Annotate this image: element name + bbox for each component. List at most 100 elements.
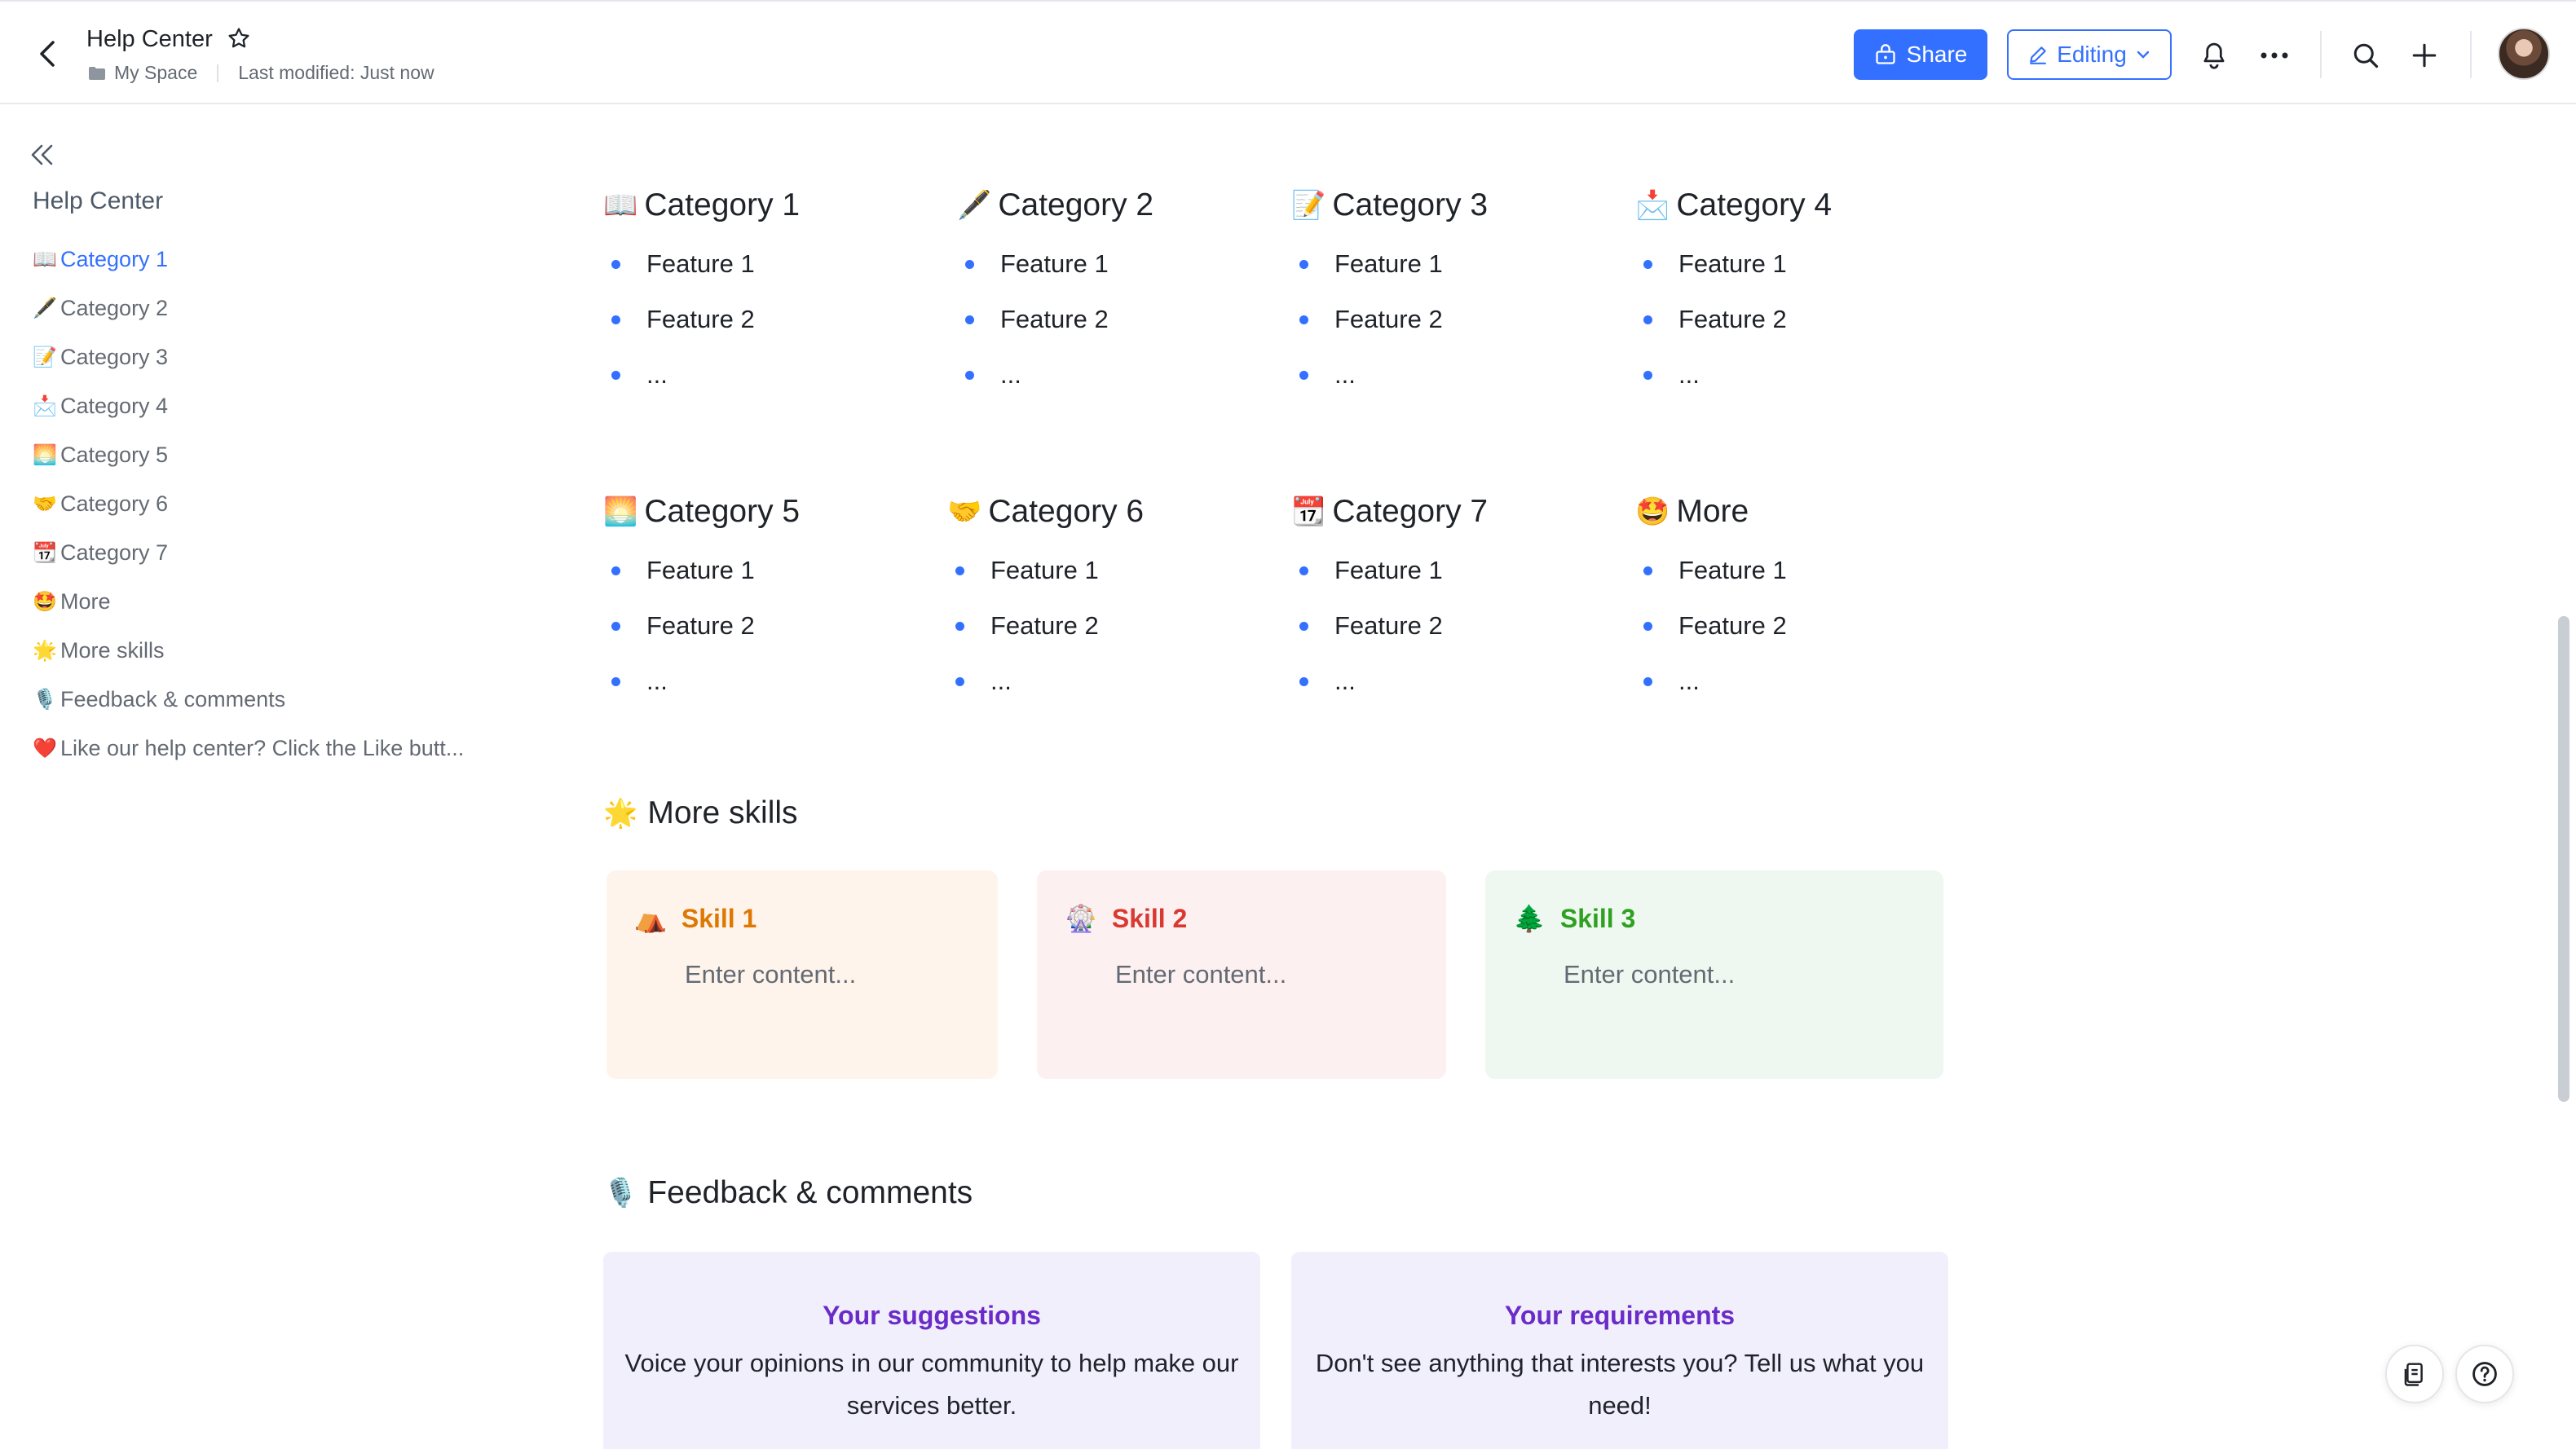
- share-label: Share: [1906, 42, 1968, 67]
- feature-item[interactable]: ...: [1635, 654, 1787, 709]
- category-heading: 📆 Category 7: [1291, 487, 1488, 536]
- star-icon[interactable]: [227, 26, 256, 55]
- feature-item[interactable]: ...: [1635, 347, 1832, 403]
- help-icon[interactable]: [2455, 1345, 2514, 1403]
- toc-item[interactable]: 🤩 More: [33, 577, 554, 626]
- toc-item-emoji-icon: 🌅: [33, 443, 57, 466]
- feature-item[interactable]: Feature 1: [603, 236, 800, 292]
- folder-icon: [89, 66, 105, 80]
- feature-item[interactable]: ...: [603, 347, 800, 403]
- toc-title: Help Center: [33, 187, 164, 214]
- feature-list: Feature 1 Feature 2...: [603, 543, 800, 709]
- feature-item[interactable]: Feature 1: [957, 236, 1153, 292]
- breadcrumb-space[interactable]: My Space: [114, 62, 197, 84]
- feedback-card[interactable]: Your requirements Don't see anything that…: [1291, 1252, 1948, 1449]
- toc-item[interactable]: 🖋️ Category 2: [33, 284, 554, 333]
- category-title: Category 3: [1332, 187, 1489, 222]
- feature-item[interactable]: Feature 2: [1635, 292, 1832, 347]
- feature-list: Feature 1 Feature 2...: [1635, 543, 1787, 709]
- editing-mode-button[interactable]: Editing: [2007, 29, 2172, 80]
- category-block: 📖 Category 1 Feature 1 Feature 2...: [603, 181, 800, 403]
- search-icon[interactable]: [2348, 37, 2384, 73]
- category-heading: 🤝 Category 6: [947, 487, 1144, 536]
- skill-card[interactable]: 🌲 Skill 3 Enter content...: [1485, 870, 1943, 1079]
- category-emoji-icon: 🤩: [1635, 496, 1670, 527]
- feature-item[interactable]: Feature 2: [947, 598, 1144, 654]
- bell-icon[interactable]: [2196, 37, 2232, 73]
- feature-item[interactable]: Feature 1: [603, 543, 800, 598]
- category-heading: 📖 Category 1: [603, 181, 800, 230]
- skill-card[interactable]: 🎡 Skill 2 Enter content...: [1037, 870, 1446, 1079]
- feature-item[interactable]: ...: [603, 654, 800, 709]
- toc-item[interactable]: 🌅 Category 5: [33, 430, 554, 479]
- skill-content-input[interactable]: Enter content...: [1564, 960, 1735, 989]
- toc-item-label: Category 1: [60, 246, 169, 271]
- feedback-card-title: Your requirements: [1504, 1301, 1736, 1330]
- feature-list: Feature 1 Feature 2...: [957, 236, 1153, 403]
- skill-card[interactable]: ⛺ Skill 1 Enter content...: [607, 870, 998, 1079]
- feature-item[interactable]: Feature 2: [957, 292, 1153, 347]
- toc-item[interactable]: ❤️ Like our help center? Click the Like b…: [33, 724, 554, 773]
- feature-list: Feature 1 Feature 2...: [1291, 236, 1488, 403]
- category-emoji-icon: 📝: [1291, 190, 1326, 221]
- user-avatar[interactable]: [2498, 28, 2550, 80]
- toc-item-label: More: [60, 588, 111, 614]
- feedback-card[interactable]: Your suggestions Voice your opinions in o…: [603, 1252, 1260, 1449]
- feature-item[interactable]: Feature 1: [1291, 543, 1488, 598]
- category-heading: 🌅 Category 5: [603, 487, 800, 536]
- category-title: Category 6: [988, 494, 1145, 529]
- feature-item[interactable]: Feature 2: [603, 598, 800, 654]
- skill-content-input[interactable]: Enter content...: [685, 960, 856, 989]
- skill-heading: 🎡 Skill 2: [1065, 903, 1187, 934]
- feature-item[interactable]: Feature 2: [603, 292, 800, 347]
- feedback-title: Feedback & comments: [647, 1175, 973, 1210]
- category-title: Category 7: [1332, 494, 1489, 529]
- category-emoji-icon: 🌅: [603, 496, 638, 527]
- category-heading: 🤩 More: [1635, 487, 1787, 536]
- lock-share-icon: [1875, 44, 1895, 64]
- toc-item[interactable]: 📖 Category 1: [33, 235, 554, 284]
- share-button[interactable]: Share: [1854, 29, 1987, 80]
- more-icon[interactable]: [2256, 37, 2292, 73]
- collapse-sidebar-icon[interactable]: [24, 139, 60, 171]
- feature-item[interactable]: ...: [1291, 654, 1488, 709]
- skill-heading: 🌲 Skill 3: [1513, 903, 1635, 934]
- toc-item[interactable]: 🌟 More skills: [33, 626, 554, 675]
- category-emoji-icon: 📆: [1291, 496, 1326, 527]
- toc-item[interactable]: 📆 Category 7: [33, 528, 554, 577]
- toc-item[interactable]: 🎙️ Feedback & comments: [33, 675, 554, 724]
- category-emoji-icon: 🤝: [947, 496, 982, 527]
- plus-icon[interactable]: [2406, 37, 2442, 73]
- back-icon[interactable]: [29, 36, 65, 72]
- star-emoji-icon: 🌟: [603, 798, 638, 829]
- toc-item-emoji-icon: 🌟: [33, 639, 57, 662]
- toc-item[interactable]: 🤝 Category 6: [33, 479, 554, 528]
- feature-item[interactable]: Feature 1: [1635, 236, 1832, 292]
- toc-item-label: Category 3: [60, 344, 169, 369]
- category-emoji-icon: 📖: [603, 190, 638, 221]
- toc-item[interactable]: 📩 Category 4: [33, 381, 554, 430]
- feature-item[interactable]: Feature 2: [1635, 598, 1787, 654]
- outline-icon[interactable]: [2385, 1345, 2444, 1403]
- toc-item-label: Category 2: [60, 295, 169, 320]
- feature-item[interactable]: ...: [1291, 347, 1488, 403]
- feature-item[interactable]: Feature 2: [1291, 598, 1488, 654]
- feature-item[interactable]: ...: [947, 654, 1144, 709]
- feature-item[interactable]: Feature 1: [947, 543, 1144, 598]
- doc-meta: My Space Last modified: Just now: [88, 62, 434, 84]
- scrollbar-thumb[interactable]: [2558, 616, 2569, 1102]
- feature-item[interactable]: Feature 1: [1291, 236, 1488, 292]
- toc-item-label: More skills: [60, 637, 165, 663]
- feature-item[interactable]: Feature 2: [1291, 292, 1488, 347]
- skill-content-input[interactable]: Enter content...: [1115, 960, 1286, 989]
- editing-label: Editing: [2057, 42, 2127, 67]
- feature-item[interactable]: ...: [957, 347, 1153, 403]
- skill-emoji-icon: 🎡: [1065, 904, 1097, 933]
- skill-title: Skill 2: [1111, 903, 1188, 933]
- toc-item[interactable]: 📝 Category 3: [33, 333, 554, 381]
- breadcrumb[interactable]: My Space: [88, 62, 197, 84]
- category-emoji-icon: 📩: [1635, 190, 1670, 221]
- feature-item[interactable]: Feature 1: [1635, 543, 1787, 598]
- doc-title: Help Center: [86, 26, 213, 52]
- category-heading: 🖋️ Category 2: [957, 181, 1153, 230]
